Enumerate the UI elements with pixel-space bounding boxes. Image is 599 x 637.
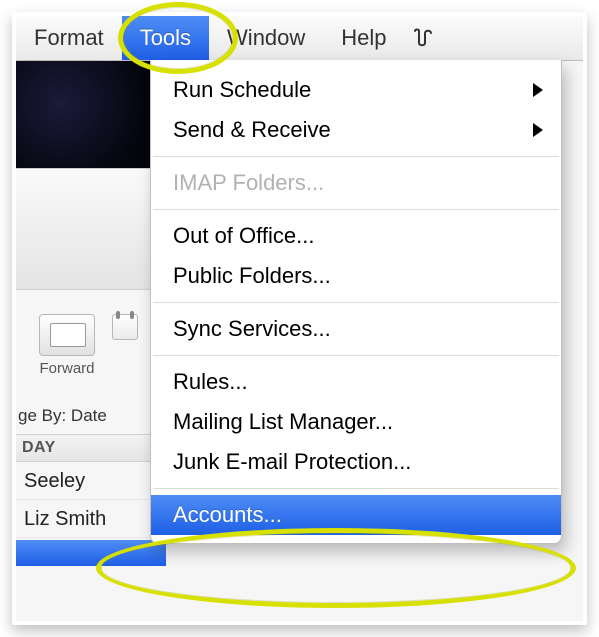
- menu-window[interactable]: Window: [209, 16, 323, 60]
- bg-toolbar: Forward: [16, 314, 166, 377]
- list-item-selected[interactable]: [16, 540, 166, 566]
- script-menu-icon[interactable]: [405, 16, 443, 60]
- menuitem-run-schedule[interactable]: Run Schedule: [151, 70, 561, 110]
- tools-dropdown: Run Schedule Send & Receive IMAP Folders…: [150, 60, 562, 544]
- content-clip: Format Tools Window Help Forward ge By: …: [16, 16, 583, 621]
- menuitem-mailing-list-manager[interactable]: Mailing List Manager...: [151, 402, 561, 442]
- bg-dark-area: [16, 60, 166, 168]
- forward-icon: [39, 314, 95, 356]
- arrow-right-icon: [66, 329, 78, 343]
- menu-separator: [153, 488, 559, 489]
- menu-separator: [153, 209, 559, 210]
- menuitem-label: Junk E-mail Protection...: [173, 449, 411, 475]
- menuitem-junk-protection[interactable]: Junk E-mail Protection...: [151, 442, 561, 482]
- menu-separator: [153, 302, 559, 303]
- chevron-right-icon: [533, 83, 543, 97]
- menuitem-imap-folders: IMAP Folders...: [151, 163, 561, 203]
- menuitem-public-folders[interactable]: Public Folders...: [151, 256, 561, 296]
- menuitem-label: Sync Services...: [173, 316, 331, 342]
- chevron-right-icon: [533, 123, 543, 137]
- forward-button[interactable]: Forward: [22, 314, 112, 377]
- arrange-by-label: ge By: Date: [16, 406, 107, 426]
- menu-separator: [153, 355, 559, 356]
- bg-toolbar-area: [16, 168, 166, 290]
- menuitem-out-of-office[interactable]: Out of Office...: [151, 216, 561, 256]
- menuitem-send-receive[interactable]: Send & Receive: [151, 110, 561, 150]
- calendar-icon[interactable]: [112, 314, 138, 340]
- menu-bar: Format Tools Window Help: [16, 16, 583, 61]
- menuitem-label: Mailing List Manager...: [173, 409, 393, 435]
- menuitem-accounts[interactable]: Accounts...: [151, 495, 561, 535]
- menuitem-label: Out of Office...: [173, 223, 314, 249]
- menuitem-label: Send & Receive: [173, 117, 331, 143]
- menuitem-label: IMAP Folders...: [173, 170, 324, 196]
- forward-label: Forward: [39, 360, 94, 377]
- menu-separator: [153, 156, 559, 157]
- menuitem-rules[interactable]: Rules...: [151, 362, 561, 402]
- menu-tools[interactable]: Tools: [122, 16, 209, 60]
- menu-help[interactable]: Help: [323, 16, 404, 60]
- menuitem-sync-services[interactable]: Sync Services...: [151, 309, 561, 349]
- menu-format[interactable]: Format: [16, 16, 122, 60]
- menuitem-label: Accounts...: [173, 502, 282, 528]
- menuitem-label: Public Folders...: [173, 263, 331, 289]
- menuitem-label: Rules...: [173, 369, 248, 395]
- menuitem-label: Run Schedule: [173, 77, 311, 103]
